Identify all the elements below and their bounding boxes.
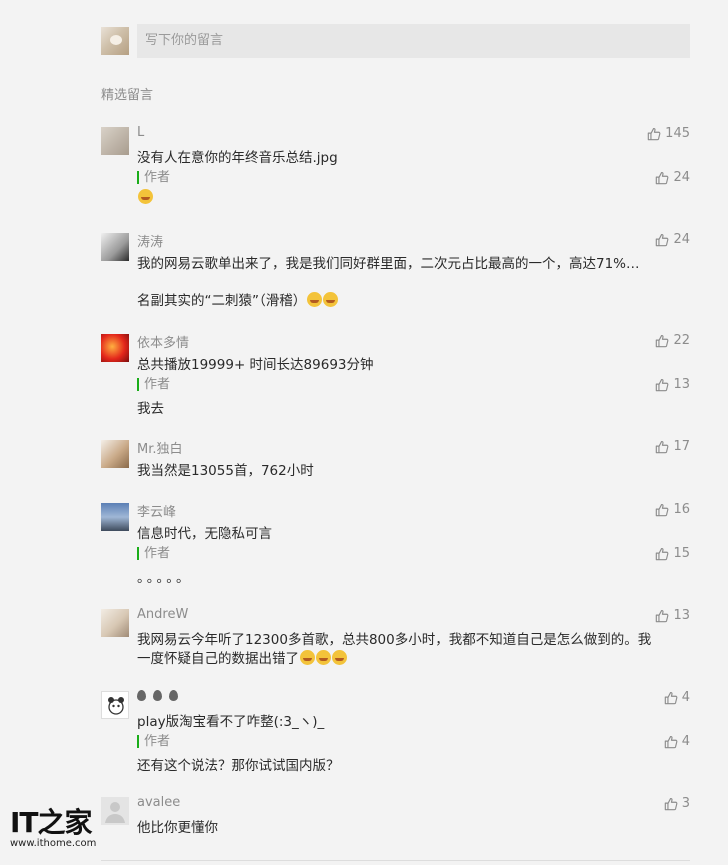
like-button[interactable]: 22 (655, 333, 690, 348)
ithome-url: www.ithome.com (10, 838, 97, 849)
section-title: 精选留言 (101, 88, 154, 103)
author-reply-text (137, 189, 153, 206)
avatar (101, 440, 129, 468)
reply-like-button[interactable]: 13 (655, 377, 690, 392)
thumbs-up-icon (664, 735, 678, 749)
like-count: 24 (673, 232, 690, 247)
author-reply-label: 作者 (137, 547, 170, 560)
like-count: 16 (673, 502, 690, 517)
author-reply-label: 作者 (137, 378, 170, 391)
like-button[interactable]: 13 (655, 608, 690, 623)
like-count: 13 (673, 377, 690, 392)
thumbs-up-icon (655, 503, 669, 517)
thumbs-up-icon (655, 378, 669, 392)
like-count: 15 (673, 546, 690, 561)
like-count: 3 (681, 796, 690, 811)
comment-nickname: Mr.独白 (137, 442, 183, 457)
comment-nickname: avalee (137, 795, 181, 810)
reply-like-button[interactable]: 4 (664, 734, 690, 749)
avatar (101, 233, 129, 261)
comment-text: play版淘宝看不了咋整(:3_ヽ)_ (137, 714, 325, 730)
like-button[interactable]: 4 (664, 690, 690, 705)
comment-compose: 写下你的留言 (101, 24, 690, 58)
comment-nickname: AndreW (137, 607, 189, 622)
reply-like-button[interactable]: 24 (655, 170, 690, 185)
thumbs-up-icon (655, 171, 669, 185)
laughing-emoji-icon (323, 292, 339, 307)
default-avatar-icon (105, 802, 125, 823)
laughing-emoji-icon (316, 650, 331, 665)
thumbs-up-icon (655, 334, 669, 348)
like-count: 13 (673, 608, 690, 623)
thumbs-up-icon (655, 440, 669, 454)
like-button[interactable]: 17 (655, 439, 690, 454)
thumbs-up-icon (664, 691, 678, 705)
laughing-emoji-icon (307, 292, 323, 307)
author-reply-label: 作者 (137, 735, 170, 748)
comment-nickname (137, 690, 185, 705)
thumbs-up-icon (647, 127, 661, 141)
like-count: 4 (681, 734, 690, 749)
avatar (101, 334, 129, 362)
comment-nickname: 依本多情 (137, 336, 190, 351)
avatar (101, 691, 129, 719)
like-count: 22 (673, 333, 690, 348)
comment-text: 他比你更懂你 (137, 820, 218, 836)
like-count: 4 (681, 690, 690, 705)
comment-text: 我网易云今年听了12300多首歌，总共800多小时，我都不知道自己是怎么做到的。… (137, 632, 652, 648)
ithome-watermark: IT之家 www.ithome.com (10, 806, 97, 858)
like-count: 17 (673, 439, 690, 454)
avatar (101, 503, 129, 531)
comment-input[interactable]: 写下你的留言 (137, 24, 690, 58)
thinking-emoji-icon (138, 189, 153, 204)
ithome-logo: IT之家 (10, 806, 93, 839)
thumbs-up-icon (664, 797, 678, 811)
like-count: 24 (673, 170, 690, 185)
comment-text: 没有人在意你的年终音乐总结.jpg (137, 150, 338, 166)
avatar (101, 127, 129, 155)
comment-text-line: 一度怀疑自己的数据出错了 (137, 647, 347, 667)
thumbs-up-icon (655, 547, 669, 561)
thumbs-up-icon (655, 609, 669, 623)
author-reply-label: 作者 (137, 171, 170, 184)
thumbs-up-icon (655, 233, 669, 247)
laughing-emoji-icon (300, 650, 315, 665)
current-user-avatar (101, 27, 129, 55)
avatar (101, 797, 129, 825)
comment-text-line: 名副其实的“二刺猿”（滑稽） (137, 289, 339, 309)
comment-nickname: 涛涛 (137, 235, 164, 250)
droplets-icon (137, 690, 185, 705)
author-reply-text: 还有这个说法？那你试试国内版？ (137, 758, 340, 774)
author-reply-text: 我去 (137, 401, 164, 417)
like-button[interactable]: 3 (664, 796, 690, 811)
laughing-emoji-icon (332, 650, 347, 665)
panda-icon (108, 697, 124, 715)
like-count: 145 (665, 126, 690, 141)
author-reply-text: 。。。。。 (137, 570, 193, 586)
like-button[interactable]: 145 (647, 126, 690, 141)
comment-text: 信息时代，无隐私可言 (137, 526, 272, 542)
reply-like-button[interactable]: 15 (655, 546, 690, 561)
comment-text: 总共播放19999+ 时间长达89693分钟 (137, 357, 374, 373)
like-button[interactable]: 24 (655, 232, 690, 247)
avatar (101, 609, 129, 637)
divider (101, 860, 690, 861)
comment-text: 我当然是13055首，762小时 (137, 463, 314, 479)
comment-text: 我的网易云歌单出来了，我是我们同好群里面，二次元占比最高的一个，高达71%… (137, 256, 640, 272)
comment-nickname: L (137, 125, 145, 140)
like-button[interactable]: 16 (655, 502, 690, 517)
comment-nickname: 李云峰 (137, 505, 177, 520)
